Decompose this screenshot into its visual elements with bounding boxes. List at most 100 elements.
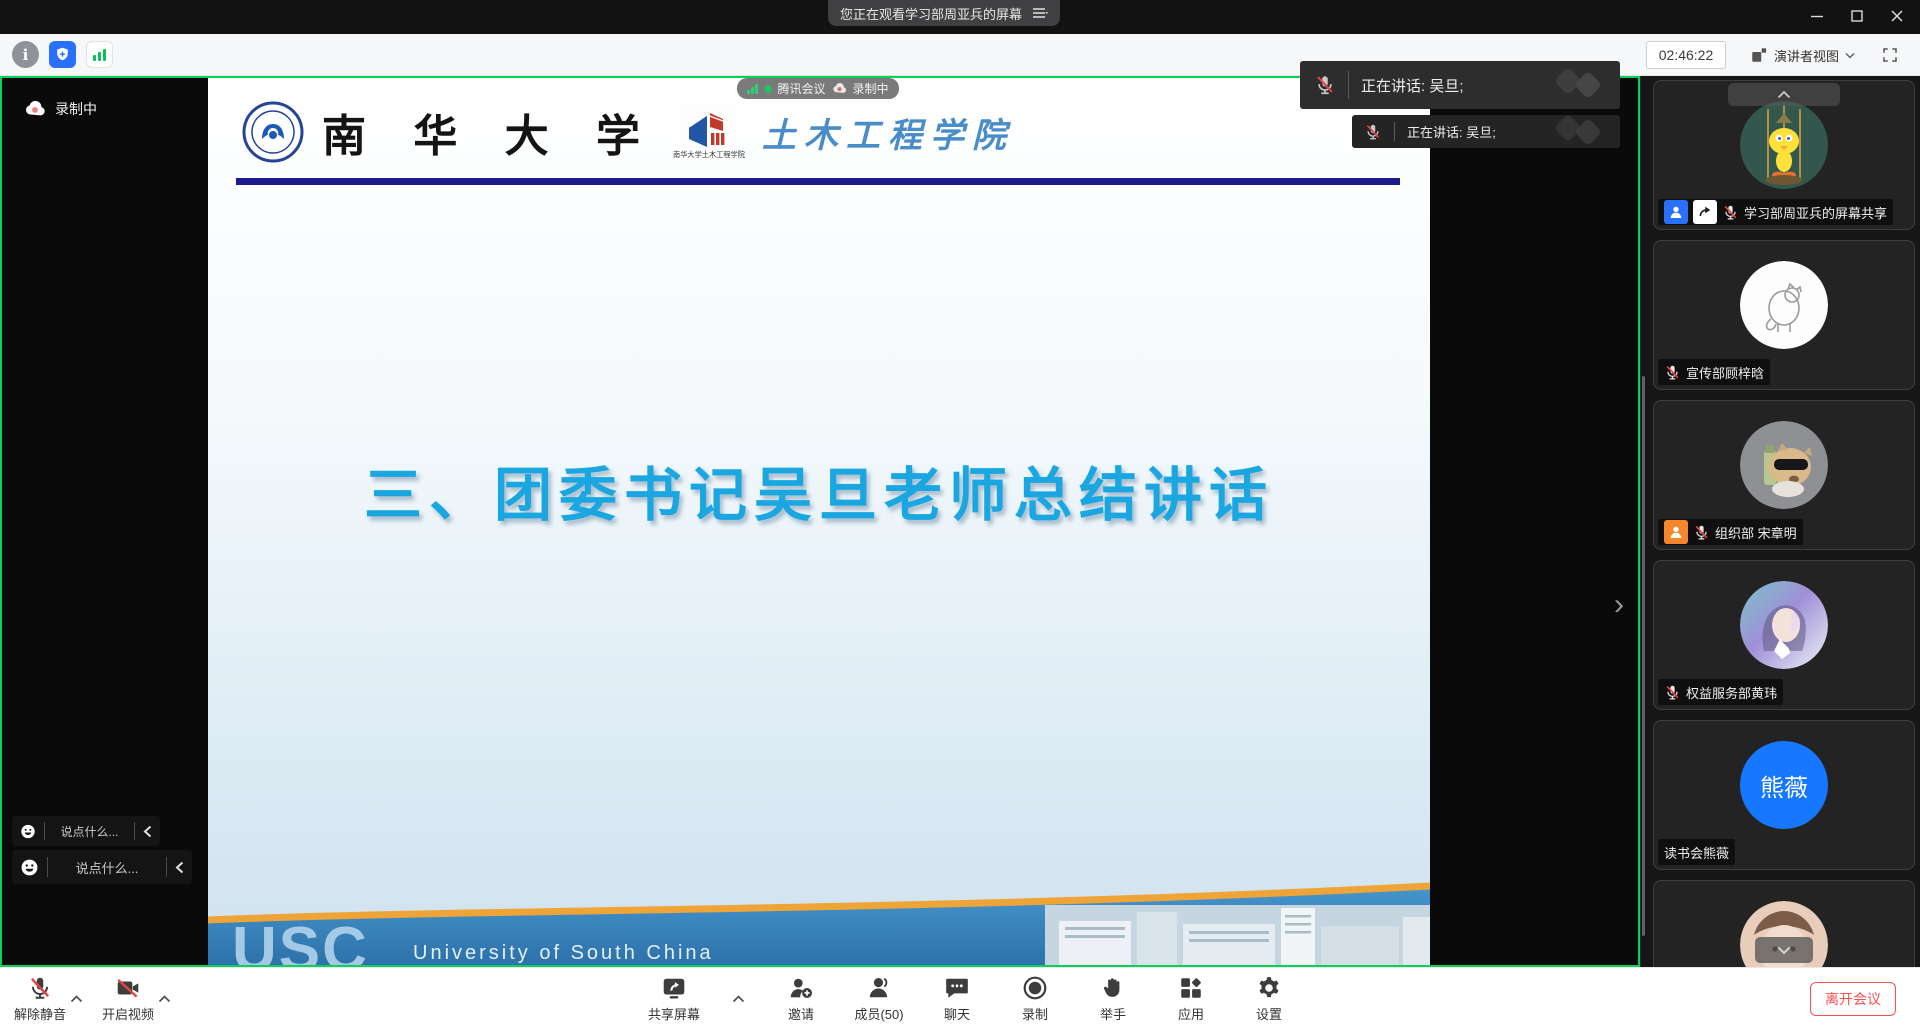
usc-full-name: University of South China xyxy=(413,942,714,965)
view-mode-dropdown[interactable]: 演讲者视图 xyxy=(1742,41,1863,69)
cloud-record-icon xyxy=(24,98,46,120)
participant-label: 权益服务部黄玮 xyxy=(1658,679,1783,705)
view-mode-label: 演讲者视图 xyxy=(1774,46,1839,65)
participant-label: 读书会熊薇 xyxy=(1658,839,1735,865)
slide-title: 三、团委书记吴旦老师总结讲话 xyxy=(208,448,1430,532)
toolbar-item-center-4[interactable]: 录制 xyxy=(1010,968,1060,1028)
chat-quick-input[interactable]: 说点什么... xyxy=(12,816,160,846)
badge-recording-label: 录制中 xyxy=(853,80,889,97)
scroll-up-button[interactable] xyxy=(1728,83,1840,106)
caret-up-icon[interactable] xyxy=(68,968,84,1028)
chat-placeholder[interactable]: 说点什么... xyxy=(53,823,126,840)
window-controls xyxy=(1804,4,1910,28)
speaking-toast: 正在讲话: 吴旦; xyxy=(1300,61,1620,109)
toolbar-item-center-5[interactable]: 举手 xyxy=(1088,968,1138,1028)
meeting-info-icon[interactable]: i xyxy=(12,41,39,68)
fullscreen-button[interactable] xyxy=(1876,41,1904,69)
mic-muted-icon xyxy=(1664,684,1681,701)
participant-initials-avatar: 熊薇 xyxy=(1740,741,1828,829)
watching-screen-title[interactable]: 您正在观看学习部周亚兵的屏幕 xyxy=(828,0,1060,26)
participant-label: 学习部周亚兵的屏幕共享 xyxy=(1658,199,1893,225)
ce-building-icon xyxy=(683,105,735,149)
emoji-icon[interactable] xyxy=(20,823,36,839)
participant-tile[interactable]: 学习部周亚兵的屏幕共享 xyxy=(1653,80,1915,230)
toolbar-item-label: 应用 xyxy=(1178,1004,1204,1023)
participant-name: 宣传部顾梓晗 xyxy=(1686,363,1764,382)
screen-share-badge-icon xyxy=(1693,200,1717,224)
maximize-button[interactable] xyxy=(1844,4,1870,28)
minimize-button[interactable] xyxy=(1804,4,1830,28)
toolbar-item-center-2[interactable]: 成员(50) xyxy=(854,968,904,1028)
badge-app-name: 腾讯会议 xyxy=(778,80,826,97)
member-badge-icon xyxy=(1664,200,1688,224)
chat-placeholder[interactable]: 说点什么... xyxy=(56,858,158,877)
watching-screen-label: 您正在观看学习部周亚兵的屏幕 xyxy=(840,4,1022,23)
ce-logo-caption: 南华大学土木工程学院 xyxy=(673,149,745,159)
toolbar-item-left-0[interactable]: 解除静音 xyxy=(14,968,66,1028)
invite-icon xyxy=(788,975,814,1001)
participant-name: 学习部周亚兵的屏幕共享 xyxy=(1744,203,1887,222)
campus-photo xyxy=(1045,905,1430,965)
leave-meeting-label: 离开会议 xyxy=(1825,989,1881,1009)
slide-footer: USC University of South China xyxy=(208,875,1430,965)
speaking-toast: 正在讲话: 吴旦; xyxy=(1352,115,1620,148)
cloud-record-small-icon xyxy=(832,81,847,96)
meeting-logo-watermark-icon xyxy=(1548,61,1614,109)
scroll-down-button[interactable] xyxy=(1755,937,1813,963)
participant-name: 组织部 宋章明 xyxy=(1715,523,1797,542)
shared-slide: 南 华 大 学 南华大学土木工程学院 土木工程学院 三、团委书记吴旦老师总结讲话 xyxy=(208,78,1430,965)
network-signal-icon[interactable] xyxy=(86,41,113,68)
recording-indicator-label: 录制中 xyxy=(55,99,97,119)
tweety-bird-avatar xyxy=(1740,101,1828,189)
screen-menu-icon[interactable] xyxy=(1032,7,1048,19)
university-name: 南 华 大 学 xyxy=(322,100,656,164)
participant-tile[interactable]: 组织部 宋章明 xyxy=(1653,400,1915,550)
toolbar-item-center-7[interactable]: 设置 xyxy=(1244,968,1294,1028)
toolbar-item-label: 聊天 xyxy=(944,1004,970,1023)
chat-icon xyxy=(944,975,970,1001)
doge-sunglasses-avatar xyxy=(1740,421,1828,509)
toolbar-item-label: 成员(50) xyxy=(854,1004,903,1023)
toolbar-item-center-0[interactable]: 共享屏幕 xyxy=(648,968,700,1028)
meeting-toolbar-top: i 02:46:22 演讲者视图 xyxy=(0,34,1920,76)
meeting-timer-value: 02:46:22 xyxy=(1659,47,1714,63)
close-button[interactable] xyxy=(1884,4,1910,28)
chat-quick-input[interactable]: 说点什么... xyxy=(12,850,192,884)
toolbar-item-label: 共享屏幕 xyxy=(648,1004,700,1023)
toolbar-item-center-6[interactable]: 应用 xyxy=(1166,968,1216,1028)
toolbar-item-label: 开启视频 xyxy=(102,1004,154,1023)
sidebar-collapse-handle[interactable]: › xyxy=(1614,590,1624,620)
meeting-protect-shield-icon[interactable] xyxy=(49,41,76,68)
cat-sketch-avatar xyxy=(1740,261,1828,349)
sidebar-scrollbar[interactable] xyxy=(1642,376,1645,936)
toolbar-item-center-3[interactable]: 聊天 xyxy=(932,968,982,1028)
anime-girl-avatar xyxy=(1740,581,1828,669)
mic-muted-icon xyxy=(1314,74,1336,96)
caret-up-icon[interactable] xyxy=(730,968,746,1028)
shared-screen-stage: 南 华 大 学 南华大学土木工程学院 土木工程学院 三、团委书记吴旦老师总结讲话 xyxy=(0,76,1640,967)
meeting-logo-watermark-icon xyxy=(1548,115,1614,148)
participant-tile[interactable]: 熊薇读书会熊薇 xyxy=(1653,720,1915,870)
participant-sidebar: 学习部周亚兵的屏幕共享宣传部顾梓晗组织部 宋章明权益服务部黄玮熊薇读书会熊薇 xyxy=(1640,76,1920,967)
mic-muted-icon xyxy=(1722,204,1739,221)
usc-abbreviation: USC xyxy=(232,914,369,965)
participant-tile[interactable]: 宣传部顾梓晗 xyxy=(1653,240,1915,390)
caret-up-icon[interactable] xyxy=(156,968,172,1028)
speaking-toast-text: 正在讲话: 吴旦; xyxy=(1361,75,1464,96)
participant-name: 权益服务部黄玮 xyxy=(1686,683,1777,702)
emoji-icon[interactable] xyxy=(20,858,39,877)
toolbar-center-group: 共享屏幕 邀请 成员(50) 聊天 录制 举手 应用 设置 xyxy=(648,968,1294,1028)
meeting-control-bar: 解除静音 开启视频 共享屏幕 邀请 成员(50) 聊天 录制 举手 应用 设置 … xyxy=(0,967,1920,1028)
college-name: 土木工程学院 xyxy=(762,108,1014,157)
chevron-left-icon[interactable] xyxy=(175,861,184,874)
toolbar-item-center-1[interactable]: 邀请 xyxy=(776,968,826,1028)
layout-view-icon xyxy=(1750,46,1768,64)
participant-label: 宣传部顾梓晗 xyxy=(1658,359,1770,385)
toolbar-item-left-1[interactable]: 开启视频 xyxy=(102,968,154,1028)
signal-bars-mini-icon xyxy=(747,84,758,94)
participant-tile[interactable]: 权益服务部黄玮 xyxy=(1653,560,1915,710)
chevron-left-icon[interactable] xyxy=(143,825,152,838)
avatar-initials-text: 熊薇 xyxy=(1760,768,1808,803)
leave-meeting-button[interactable]: 离开会议 xyxy=(1810,982,1896,1016)
recording-indicator: 录制中 xyxy=(24,98,97,120)
